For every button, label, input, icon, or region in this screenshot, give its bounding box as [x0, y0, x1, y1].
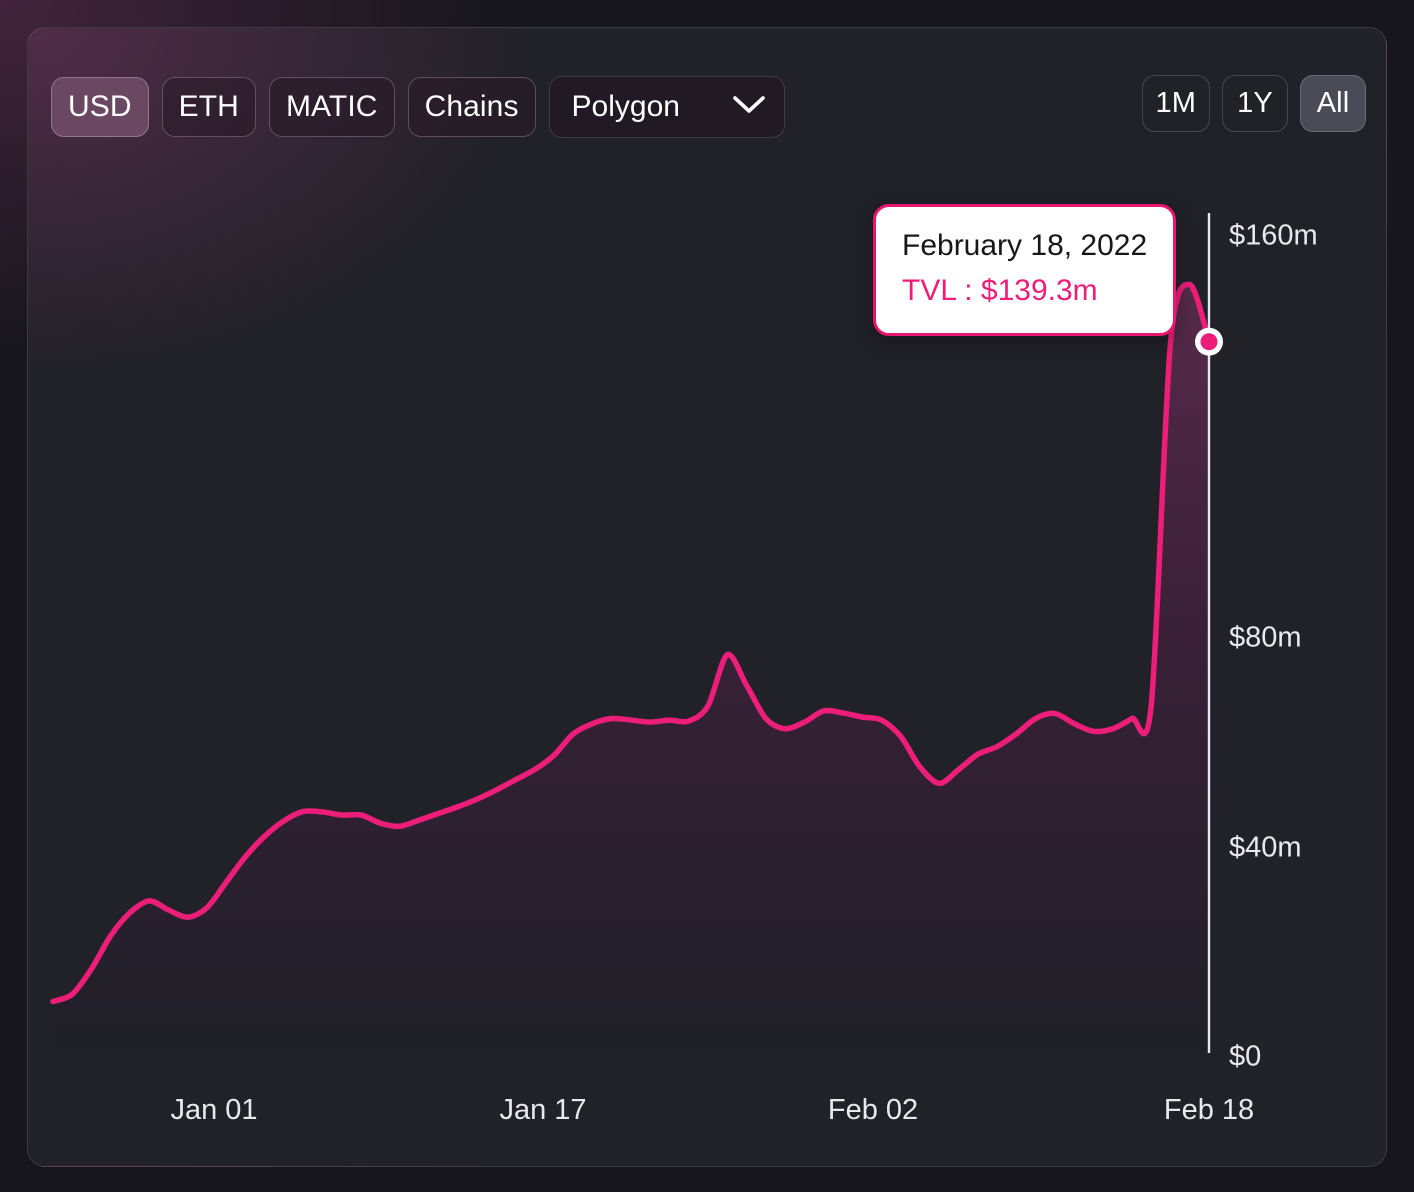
page-root: USD ETH MATIC Chains Polygon 1M 1Y All	[0, 0, 1414, 1192]
tooltip-value: TVL : $139.3m	[902, 272, 1147, 310]
y-axis-label-80m: $80m	[1229, 622, 1302, 655]
chart-plot-area[interactable]: $160m $80m $40m $0 Jan 01 Jan 17 Feb 02 …	[28, 28, 1387, 1167]
tvl-area-chart	[28, 28, 1387, 1167]
x-axis-label-jan-01: Jan 01	[170, 1094, 257, 1127]
chart-highlight-marker	[1195, 328, 1223, 356]
chart-tooltip: February 18, 2022 TVL : $139.3m	[873, 204, 1176, 336]
y-axis-label-40m: $40m	[1229, 832, 1302, 865]
x-axis-label-feb-02: Feb 02	[828, 1094, 918, 1127]
y-axis-label-0: $0	[1229, 1041, 1261, 1074]
tvl-chart-card: USD ETH MATIC Chains Polygon 1M 1Y All	[27, 27, 1387, 1167]
x-axis-label-feb-18: Feb 18	[1164, 1094, 1254, 1127]
tooltip-date: February 18, 2022	[902, 227, 1147, 265]
chart-area-fill	[53, 285, 1209, 1053]
x-axis-label-jan-17: Jan 17	[499, 1094, 586, 1127]
y-axis-label-160m: $160m	[1229, 220, 1318, 253]
